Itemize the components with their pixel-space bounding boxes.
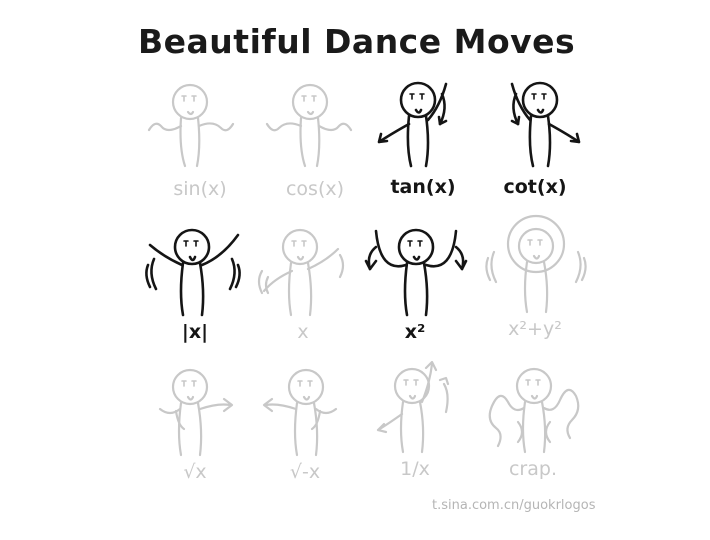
- move-label: √x: [183, 461, 207, 483]
- stick-figure-x-icon: [257, 228, 345, 317]
- dance-move-x-squared: x²: [360, 225, 470, 350]
- stick-figure-crap-icon: [488, 367, 580, 454]
- move-label: x²+y²: [508, 318, 562, 340]
- stick-figure-sin-icon: [147, 83, 235, 168]
- move-label: cos(x): [285, 178, 345, 200]
- move-label: cot(x): [503, 176, 567, 198]
- stick-figure-tan-icon: [377, 81, 448, 168]
- dance-move-reciprocal: 1/x: [360, 360, 470, 487]
- watermark: t.sina.com.cn/guokrlogos: [432, 498, 596, 513]
- dance-move-tan: tan(x): [368, 80, 478, 205]
- dance-move-cos: cos(x): [260, 82, 370, 207]
- stick-figure-cot-icon: [510, 81, 581, 168]
- stick-figure-reciprocal-icon: [376, 360, 450, 454]
- dance-move-sqrt-x: √x: [140, 365, 250, 490]
- move-label: √-x: [289, 461, 321, 483]
- move-label: x²: [404, 321, 426, 343]
- dance-move-circle: x²+y²: [480, 214, 590, 347]
- dance-move-abs: |x|: [140, 225, 250, 350]
- move-label: tan(x): [390, 176, 456, 198]
- move-label: 1/x: [400, 458, 430, 480]
- dance-move-x: x: [248, 225, 358, 350]
- dance-move-sin: sin(x): [145, 82, 255, 207]
- dance-move-cot: cot(x): [480, 80, 590, 205]
- stick-figure-cos-icon: [265, 83, 353, 168]
- stick-figure-abs-icon: [145, 228, 241, 317]
- move-label: |x|: [181, 321, 209, 343]
- move-label: sin(x): [173, 178, 227, 200]
- dance-move-sqrt-neg-x: √-x: [250, 365, 360, 490]
- page-title: Beautiful Dance Moves: [138, 22, 576, 61]
- dance-move-crap: crap.: [478, 362, 588, 487]
- stick-figure-sqrt-x-icon: [158, 368, 234, 457]
- stick-figure-circle-icon: [485, 214, 587, 314]
- stick-figure-sqrt-neg-x-icon: [262, 368, 338, 457]
- move-label: crap.: [508, 458, 557, 480]
- stick-figure-x-squared-icon: [364, 228, 468, 317]
- move-label: x: [297, 321, 309, 343]
